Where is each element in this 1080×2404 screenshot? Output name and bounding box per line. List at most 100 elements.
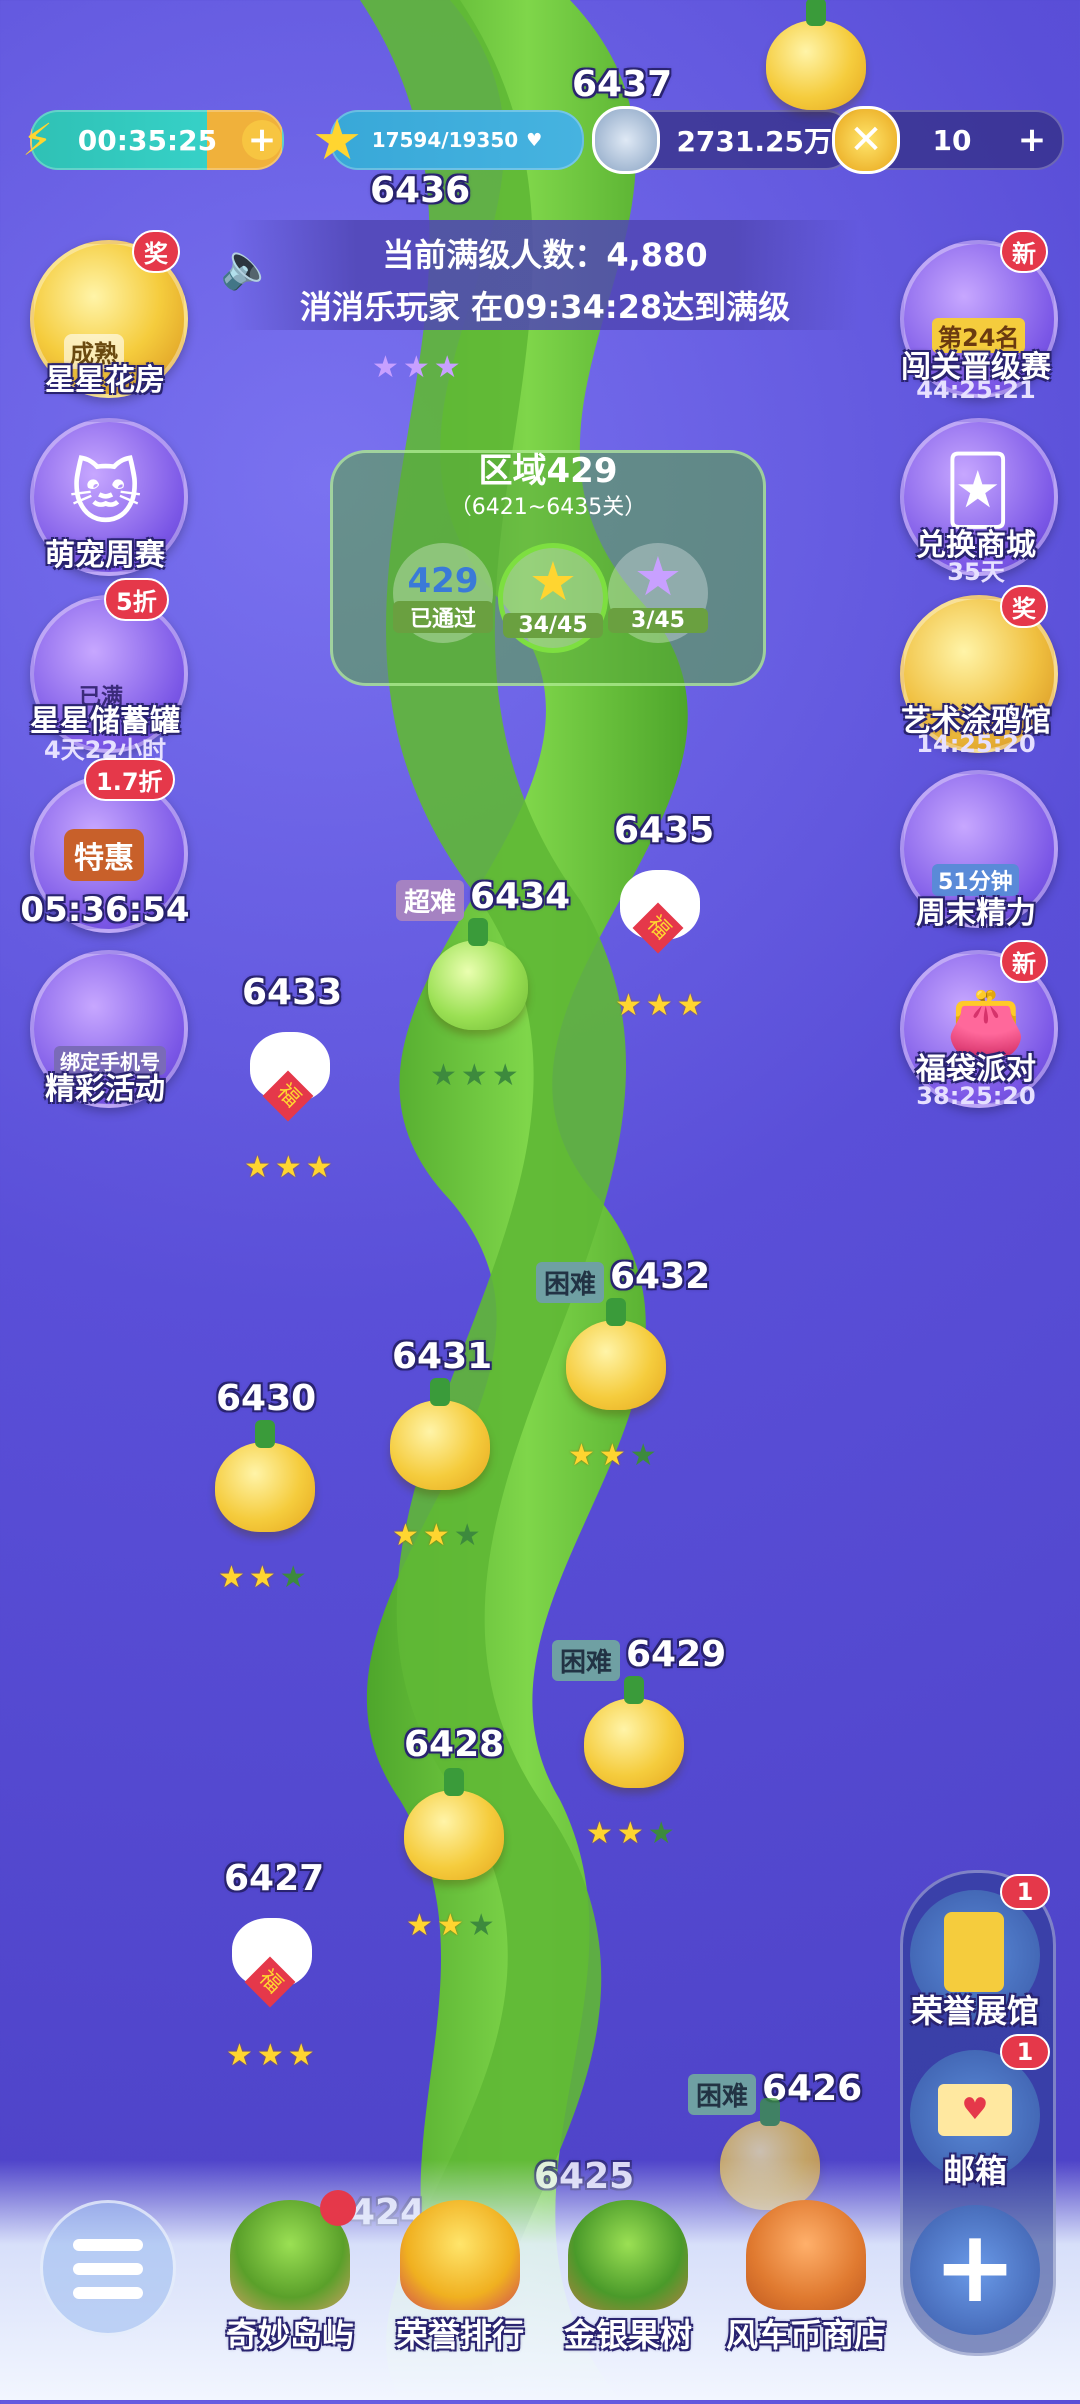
region-range: （6421~6435关）: [449, 495, 647, 520]
level-6431-stars: ★★★: [392, 1518, 485, 1553]
level-6434-fruit[interactable]: [428, 918, 528, 1030]
level-6434-tag: 超难: [396, 880, 465, 921]
level-6426-tag: 困难: [688, 2074, 757, 2115]
menu-icon: [73, 2239, 143, 2299]
level-6429-fruit[interactable]: [584, 1676, 684, 1788]
star-icon: ★: [312, 107, 363, 173]
level-6428-stars: ★★★: [406, 1908, 499, 1943]
lucky-bag-badge: 新: [1000, 940, 1048, 983]
region-passed-number: 429: [407, 561, 479, 601]
level-6429-number: 6429: [626, 1634, 727, 1675]
honor-book-icon: [944, 1912, 1004, 1992]
nav-tree[interactable]: 金银果树: [548, 2200, 708, 2356]
activities-label: 精彩活动: [45, 1072, 165, 1107]
menu-button[interactable]: [40, 2200, 176, 2336]
level-6436-number: 6436: [370, 170, 471, 211]
money-tree-icon: [568, 2200, 688, 2310]
level-6435-bunny[interactable]: 福: [610, 850, 710, 960]
banner-line-2: 消消乐玩家 在09:34:28达到满级: [299, 288, 791, 326]
level-6430-number: 6430: [216, 1378, 317, 1419]
level-6432-stars: ★★★: [568, 1438, 661, 1473]
level-6431-fruit[interactable]: [390, 1378, 490, 1490]
level-6437-number: 6437: [572, 64, 673, 105]
piggybank-badge: 5折: [104, 578, 169, 621]
level-6433-number: 6433: [242, 972, 343, 1013]
level-6433-bunny[interactable]: 福: [240, 1012, 340, 1122]
star-greenhouse-label: 星星花房: [45, 363, 165, 398]
level-6434-number: 6434: [470, 876, 571, 917]
level-6432-number: 6432: [610, 1256, 711, 1297]
energy-timer: 00:35:25: [77, 123, 218, 157]
heart-icon: ♥: [526, 129, 543, 151]
region-title: 区域429: [478, 451, 618, 491]
offer-badge: 1.7折: [84, 758, 175, 801]
pet-weekly-label: 萌宠周赛: [45, 538, 165, 573]
lightning-icon: ⚡: [22, 114, 53, 166]
mail-badge: 1: [1000, 2034, 1050, 2070]
silver-coin-icon: [592, 106, 660, 174]
nav-tree-label: 金银果树: [563, 2316, 692, 2354]
cards-icon: 🃏: [944, 452, 1012, 529]
nav-shop[interactable]: 风车币商店: [716, 2200, 896, 2356]
add-energy-button[interactable]: +: [242, 120, 282, 160]
offer-sub: 特惠: [64, 829, 144, 881]
level-6436-stars: ★★★: [372, 350, 465, 385]
level-6427-bunny[interactable]: 福: [222, 1898, 322, 2008]
art-gallery-badge: 奖: [1000, 585, 1048, 628]
weekend-energy-label: 周末精力: [916, 896, 1036, 931]
star-progress-text: 17594/19350: [371, 128, 519, 152]
honor-badge: 1: [1000, 1874, 1050, 1910]
coin-bar[interactable]: 2731.25万: [592, 106, 854, 174]
level-6437-fruit[interactable]: [766, 0, 866, 110]
mail-label: 邮箱: [942, 2152, 1007, 2190]
envelope-icon: ♥: [938, 2084, 1012, 2136]
region-star-count: 34/45: [503, 613, 603, 638]
region-rainbow: ★ 3/45: [608, 543, 708, 643]
notification-dot: [320, 2190, 356, 2226]
gold-bar[interactable]: ✕ 10 +: [832, 106, 1064, 174]
level-6427-number: 6427: [224, 1858, 325, 1899]
art-gallery-timer: 14:25:20: [916, 730, 1036, 758]
level-6428-fruit[interactable]: [404, 1768, 504, 1880]
expand-plus-button[interactable]: +: [910, 2205, 1040, 2335]
offer-timer: 05:36:54: [20, 890, 190, 930]
region-passed: 429 已通过: [393, 543, 493, 643]
level-6429-tag: 困难: [552, 1640, 621, 1681]
level-6431-number: 6431: [392, 1336, 493, 1377]
level-6434-stars: ★★★: [430, 1058, 523, 1093]
nav-rank-label: 荣誉排行: [395, 2316, 524, 2354]
level-6435-number: 6435: [614, 810, 715, 851]
speaker-icon: 🔈: [220, 241, 275, 292]
gold-coin-icon: ✕: [832, 106, 900, 174]
tournament-badge: 新: [1000, 230, 1048, 273]
rainbow-star-icon: ★: [633, 545, 683, 608]
cat-icon: 🐱: [69, 452, 142, 534]
add-gold-button[interactable]: +: [1012, 120, 1052, 160]
level-6428-number: 6428: [404, 1724, 505, 1765]
level-6435-stars: ★★★: [615, 988, 708, 1023]
level-6432-tag: 困难: [536, 1262, 605, 1303]
coin-amount: 2731.25万: [676, 125, 832, 158]
level-6430-stars: ★★★: [218, 1560, 311, 1595]
nav-island[interactable]: 奇妙岛屿: [210, 2190, 370, 2356]
lucky-bag-timer: 38:25:20: [916, 1082, 1036, 1110]
honor-hall-label: 荣誉展馆: [910, 1992, 1039, 2030]
gold-amount: 10: [932, 123, 972, 157]
energy-bar[interactable]: ⚡ 00:35:25 +: [22, 110, 284, 170]
nav-island-label: 奇妙岛屿: [225, 2316, 354, 2354]
nav-shop-label: 风车币商店: [725, 2316, 886, 2354]
nav-rank[interactable]: 荣誉排行: [380, 2200, 540, 2356]
tournament-timer: 44:25:21: [916, 376, 1036, 404]
level-6430-fruit[interactable]: [215, 1420, 315, 1532]
gold-star-icon: ★: [528, 550, 578, 613]
star-progress-bar[interactable]: ★ 17594/19350 ♥: [312, 108, 584, 173]
level-6427-stars: ★★★: [226, 2038, 319, 2073]
region-passed-label: 已通过: [393, 601, 493, 633]
greenhouse-badge: 奖: [132, 230, 180, 273]
level-6432-fruit[interactable]: [566, 1298, 666, 1410]
max-level-banner: 🔈 当前满级人数：4,880 消消乐玩家 在09:34:28达到满级: [220, 220, 860, 330]
level-6429-stars: ★★★: [586, 1816, 679, 1851]
region-panel[interactable]: 区域429 （6421~6435关） 429 已通过 ★ 34/45 ★ 3/4…: [330, 450, 766, 686]
shop-icon: [746, 2200, 866, 2310]
banner-line-1: 当前满级人数：4,880: [382, 236, 708, 274]
